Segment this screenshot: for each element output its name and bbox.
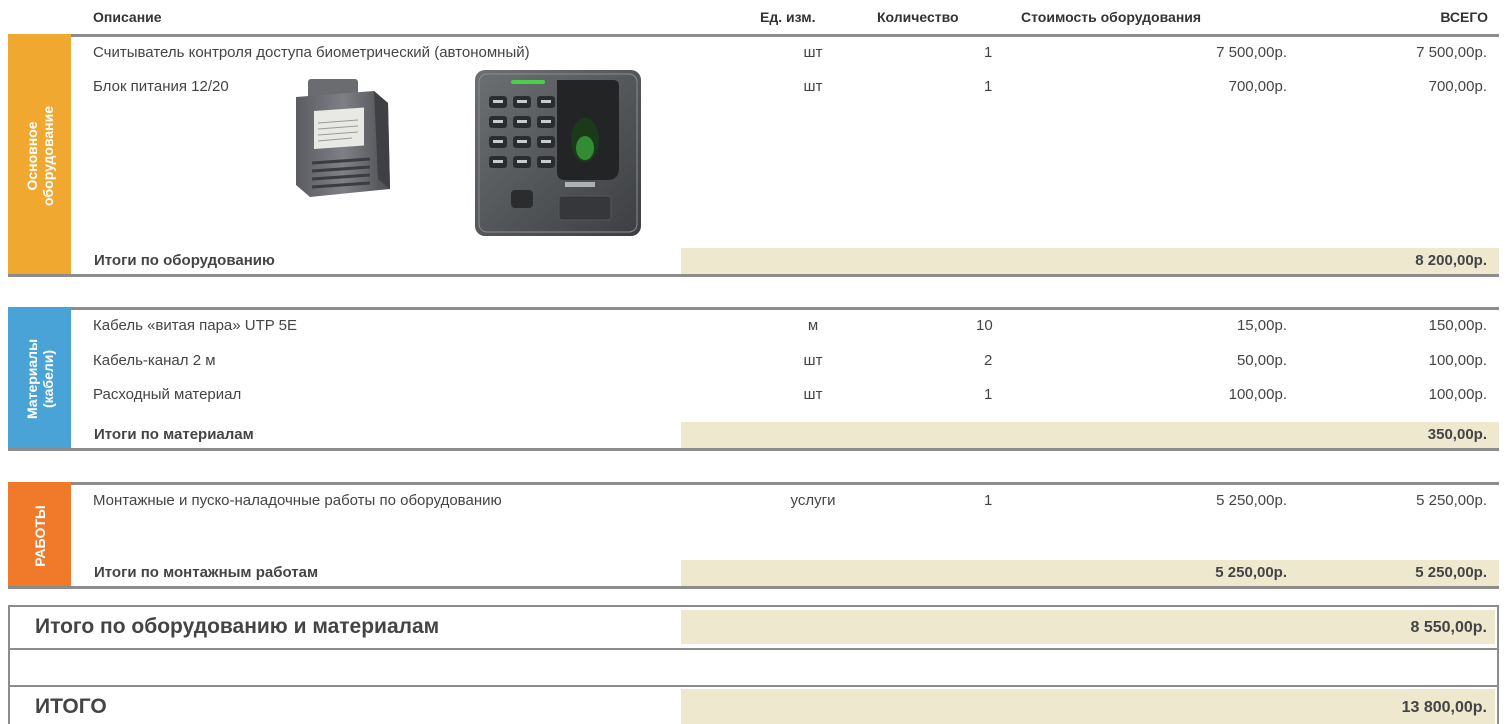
grand-totals: Итого по оборудованию и материалам 8 550…: [8, 605, 1499, 724]
header-total: ВСЕГО: [1440, 9, 1488, 25]
equipment-side-label: Основное оборудование: [8, 34, 71, 277]
materials-section: Материалы (кабели) Кабель «витая пара» U…: [8, 307, 1499, 451]
equipment-subtotal-label: Итоги по оборудованию: [94, 252, 275, 269]
materials-subtotal-label: Итоги по материалам: [94, 426, 254, 443]
side-label-line1: Основное: [23, 120, 40, 191]
works-section: РАБОТЫ Монтажные и пуско-наладочные рабо…: [8, 482, 1499, 589]
equipment-row-1-unit: шт: [803, 44, 823, 61]
section-bottom-border: [8, 586, 1499, 589]
materials-row-1-total: 150,00р.: [1428, 317, 1487, 334]
works-subtotal-row: Итоги по монтажным работам 5 250,00р. 5 …: [71, 560, 1499, 586]
header-equipment-cost: Стоимость оборудования: [1021, 9, 1202, 25]
equipment-subtotal-row: Итоги по оборудованию 8 200,00р.: [71, 248, 1499, 274]
works-subtotal-value: 5 250,00р.: [1415, 564, 1487, 581]
materials-row-3-quantity: 1: [984, 386, 993, 403]
materials-row-3-total: 100,00р.: [1428, 386, 1487, 403]
materials-row-2-quantity: 2: [984, 352, 993, 369]
side-label: РАБОТЫ: [31, 504, 48, 567]
materials-row-1-quantity: 10: [976, 317, 993, 334]
header-unit: Ед. изм.: [760, 9, 816, 25]
header-description: Описание: [93, 9, 162, 25]
works-row-1-description: Монтажные и пуско-наладочные работы по о…: [93, 492, 502, 509]
side-label-line2: оборудование: [39, 105, 56, 206]
materials-side-label: Материалы (кабели): [8, 307, 71, 451]
equipment-row-2-total: 700,00р.: [1428, 78, 1487, 95]
header-quantity: Количество: [877, 9, 959, 25]
equipment-row-1-price: 7 500,00р.: [1216, 44, 1287, 61]
equipment-subtotal-value: 8 200,00р.: [1415, 252, 1487, 269]
biometric-reader-image: [473, 68, 653, 240]
materials-subtotal-row: Итоги по материалам 350,00р.: [71, 422, 1499, 448]
equip-materials-total-label: Итого по оборудованию и материалам: [35, 615, 440, 638]
materials-row-2-unit: шт: [803, 352, 823, 369]
section-top-border: [8, 307, 1499, 310]
section-bottom-border: [8, 448, 1499, 451]
equipment-row-2-unit: шт: [803, 78, 823, 95]
grand-total-label: ИТОГО: [35, 695, 107, 718]
equipment-row-2-description: Блок питания 12/20: [93, 78, 229, 95]
equipment-row-1-quantity: 1: [984, 44, 993, 61]
equipment-row-2-quantity: 1: [984, 78, 993, 95]
materials-row-2-description: Кабель-канал 2 м: [93, 352, 216, 369]
materials-row-3-price: 100,00р.: [1228, 386, 1287, 403]
materials-row-1-description: Кабель «витая пара» UTP 5E: [93, 317, 298, 334]
side-label-line2: (кабели): [39, 349, 56, 409]
materials-row-3-unit: шт: [803, 386, 823, 403]
works-subtotal-price: 5 250,00р.: [1215, 564, 1287, 581]
works-row-1-unit: услуги: [790, 492, 836, 509]
equipment-section: Основное оборудование Считыватель контро…: [8, 34, 1499, 277]
equipment-row-2-price: 700,00р.: [1228, 78, 1287, 95]
materials-row-2-total: 100,00р.: [1428, 352, 1487, 369]
materials-row-3-description: Расходный материал: [93, 386, 242, 403]
section-bottom-border: [8, 274, 1499, 277]
section-top-border: [8, 34, 1499, 37]
materials-subtotal-value: 350,00р.: [1427, 426, 1487, 443]
equipment-row-1-total: 7 500,00р.: [1416, 44, 1487, 61]
materials-row-1-price: 15,00р.: [1236, 317, 1287, 334]
materials-row-1-unit: м: [807, 317, 819, 334]
works-row-1-quantity: 1: [984, 492, 993, 509]
power-supply-image: [286, 77, 406, 203]
equipment-row-1-description: Считыватель контроля доступа биометричес…: [93, 44, 530, 61]
works-subtotal-label: Итоги по монтажным работам: [94, 564, 319, 581]
works-row-1-price: 5 250,00р.: [1216, 492, 1287, 509]
equip-materials-total-value: 8 550,00р.: [1410, 619, 1488, 636]
side-label-line1: Материалы: [23, 338, 40, 420]
section-top-border: [8, 482, 1499, 485]
grand-total-value: 13 800,00р.: [1401, 699, 1487, 716]
works-side-label: РАБОТЫ: [8, 482, 71, 589]
works-row-1-total: 5 250,00р.: [1416, 492, 1487, 509]
materials-row-2-price: 50,00р.: [1236, 352, 1287, 369]
